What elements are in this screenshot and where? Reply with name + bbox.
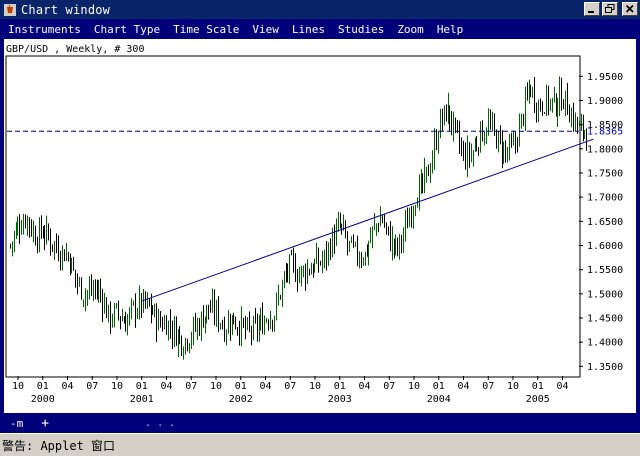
x-month-label: 10	[309, 381, 321, 392]
x-month-label: 10	[12, 381, 24, 392]
y-tick-label: 1.8000	[587, 144, 623, 155]
y-tick-label: 1.7500	[587, 169, 623, 180]
x-month-label: 01	[532, 381, 544, 392]
x-month-label: 01	[136, 381, 148, 392]
chart-area[interactable]: GBP/USD , Weekly, # 300 1.9500 1.9000 1.85…	[0, 39, 640, 413]
menu-studies[interactable]: Studies	[338, 23, 384, 36]
crosshair-tool-button[interactable]: +	[41, 416, 49, 431]
close-button[interactable]	[622, 2, 638, 16]
menu-help[interactable]: Help	[437, 23, 464, 36]
y-tick-label: 1.4500	[587, 314, 623, 325]
menu-time-scale[interactable]: Time Scale	[173, 23, 239, 36]
tool-m-button[interactable]: -m	[10, 417, 23, 430]
x-month-label: 10	[210, 381, 222, 392]
x-month-label: 10	[507, 381, 519, 392]
x-year-label: 2005	[526, 394, 550, 405]
x-month-label: 04	[556, 381, 568, 392]
menu-bar: Instruments Chart Type Time Scale View L…	[0, 19, 640, 39]
x-month-label: 04	[61, 381, 73, 392]
java-cup-icon	[4, 3, 16, 16]
x-month-label: 01	[334, 381, 346, 392]
menu-instruments[interactable]: Instruments	[8, 23, 81, 36]
y-tick-label: 1.7000	[587, 193, 623, 204]
x-month-label: 07	[383, 381, 395, 392]
chart-title: GBP/USD , Weekly, # 300	[6, 44, 144, 55]
window-title: Chart window	[21, 2, 111, 17]
y-tick-label: 1.4000	[587, 338, 623, 349]
trendline[interactable]	[141, 138, 594, 302]
x-year-label: 2004	[427, 394, 451, 405]
plot-frame	[5, 55, 581, 378]
applet-warning: 警告: Applet 窗口	[0, 433, 640, 456]
x-month-label: 01	[235, 381, 247, 392]
x-month-label: 04	[259, 381, 271, 392]
x-month-label: 04	[457, 381, 469, 392]
ohlc-bars	[10, 76, 587, 360]
x-month-label: 01	[37, 381, 49, 392]
x-year-label: 2003	[328, 394, 352, 405]
title-bar: Chart window	[0, 0, 640, 19]
current-price-label: 1.8365	[587, 127, 623, 138]
y-tick-label: 1.5500	[587, 265, 623, 276]
x-month-label: 07	[185, 381, 197, 392]
minimize-icon	[588, 11, 594, 13]
x-month-label: 10	[408, 381, 420, 392]
status-bar: -m + . . .	[0, 413, 640, 433]
menu-zoom[interactable]: Zoom	[397, 23, 424, 36]
x-month-label: 10	[111, 381, 123, 392]
price-chart[interactable]: GBP/USD , Weekly, # 300 1.95001.90001.85…	[4, 39, 636, 413]
x-month-label: 07	[284, 381, 296, 392]
x-month-label: 01	[433, 381, 445, 392]
menu-view[interactable]: View	[252, 23, 279, 36]
restore-button[interactable]	[602, 2, 618, 16]
minimize-button[interactable]	[584, 2, 600, 16]
y-tick-label: 1.9000	[587, 96, 623, 107]
menu-chart-type[interactable]: Chart Type	[94, 23, 160, 36]
restore-icon	[605, 4, 615, 13]
y-tick-label: 1.6000	[587, 241, 623, 252]
y-tick-label: 1.9500	[587, 72, 623, 83]
y-axis: 1.95001.90001.85001.80001.75001.70001.65…	[579, 72, 623, 373]
y-tick-label: 1.3500	[587, 362, 623, 373]
menu-lines[interactable]: Lines	[292, 23, 325, 36]
x-month-label: 04	[358, 381, 370, 392]
close-icon	[625, 4, 634, 13]
x-month-label: 04	[160, 381, 172, 392]
x-year-label: 2000	[31, 394, 55, 405]
y-tick-label: 1.5000	[587, 289, 623, 300]
x-month-label: 07	[482, 381, 494, 392]
status-dots: . . .	[145, 417, 176, 429]
x-year-label: 2002	[229, 394, 253, 405]
x-axis: 10 01 04 07 10 01 04 07 10 01 04 07 10 01 04 07 10 01 04 07…	[12, 376, 569, 405]
x-year-label: 2001	[130, 394, 154, 405]
x-month-label: 07	[86, 381, 98, 392]
y-tick-label: 1.6500	[587, 217, 623, 228]
